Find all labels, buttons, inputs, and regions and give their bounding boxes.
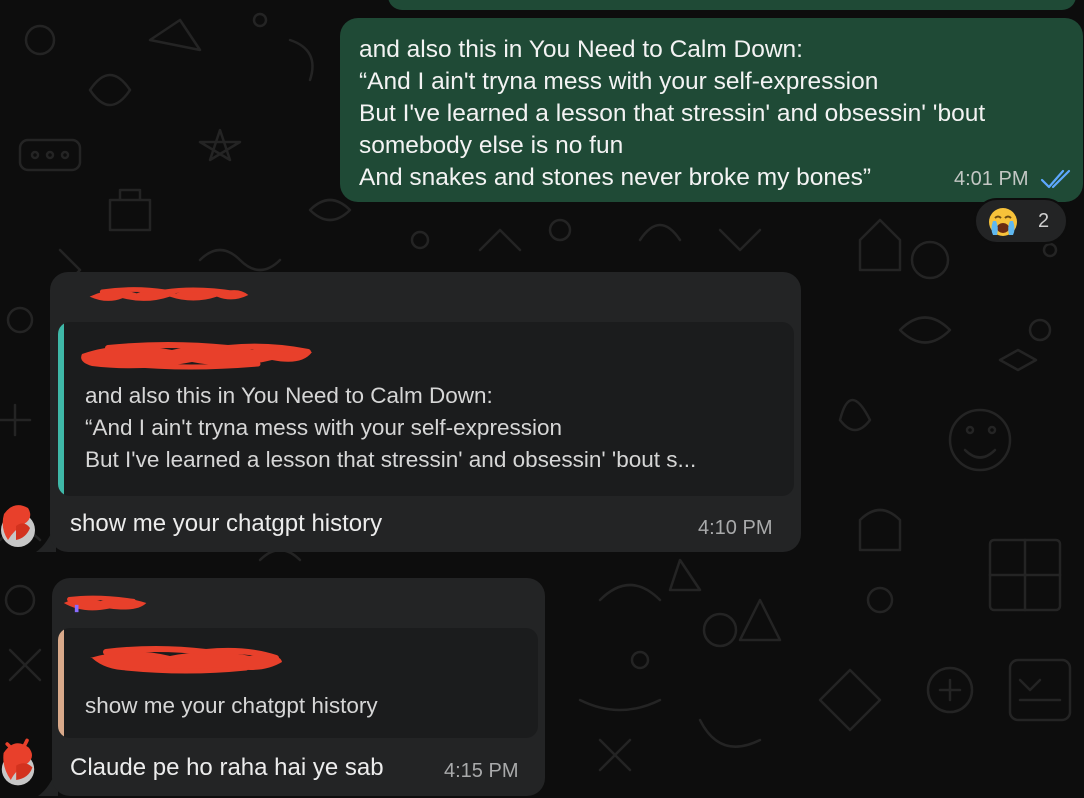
- loudly-crying-face-icon: [989, 208, 1017, 236]
- incoming-message-bubble[interactable]: show me your chatgpt history Claude pe h…: [52, 578, 545, 796]
- quoted-text-line: But I've learned a lesson that stressin'…: [85, 447, 697, 472]
- sender-name-redacted: [63, 595, 147, 613]
- previous-message-bubble[interactable]: [388, 0, 1076, 10]
- message-text-line: “And I ain't tryna mess with your self-e…: [359, 68, 879, 95]
- message-text: show me your chatgpt history: [70, 510, 383, 537]
- outgoing-message-bubble[interactable]: and also this in You Need to Calm Down: …: [340, 18, 1083, 202]
- message-text: Claude pe ho raha hai ye sab: [70, 754, 384, 781]
- sender-name-redacted: [89, 287, 249, 301]
- quote-author-redacted: [81, 342, 312, 370]
- quoted-text-line: “And I ain't tryna mess with your self-e…: [85, 415, 562, 440]
- quote-accent-bar: [58, 628, 64, 738]
- message-timestamp: 4:01 PM: [954, 168, 1029, 190]
- quoted-message[interactable]: and also this in You Need to Calm Down: …: [58, 322, 794, 496]
- sender-avatar[interactable]: [0, 734, 36, 790]
- double-check-icon: [1040, 169, 1071, 189]
- message-text-line: and also this in You Need to Calm Down:: [359, 36, 803, 63]
- quote-accent-bar: [58, 322, 64, 496]
- quoted-text-line: show me your chatgpt history: [85, 693, 378, 718]
- message-text-line: somebody else is no fun: [359, 132, 624, 159]
- quote-author-redacted: [90, 646, 282, 674]
- message-timestamp: 4:15 PM: [444, 760, 519, 782]
- message-text-line: But I've learned a lesson that stressin'…: [359, 100, 986, 127]
- quoted-message[interactable]: show me your chatgpt history: [58, 628, 538, 738]
- incoming-message-bubble[interactable]: and also this in You Need to Calm Down: …: [50, 272, 801, 552]
- sender-avatar[interactable]: [0, 496, 36, 552]
- message-timestamp: 4:10 PM: [698, 517, 773, 539]
- quoted-text-line: and also this in You Need to Calm Down:: [85, 383, 493, 408]
- message-reaction[interactable]: 2: [974, 198, 1068, 244]
- reaction-count: 2: [1038, 210, 1050, 232]
- chat-window: and also this in You Need to Calm Down: …: [0, 0, 1084, 798]
